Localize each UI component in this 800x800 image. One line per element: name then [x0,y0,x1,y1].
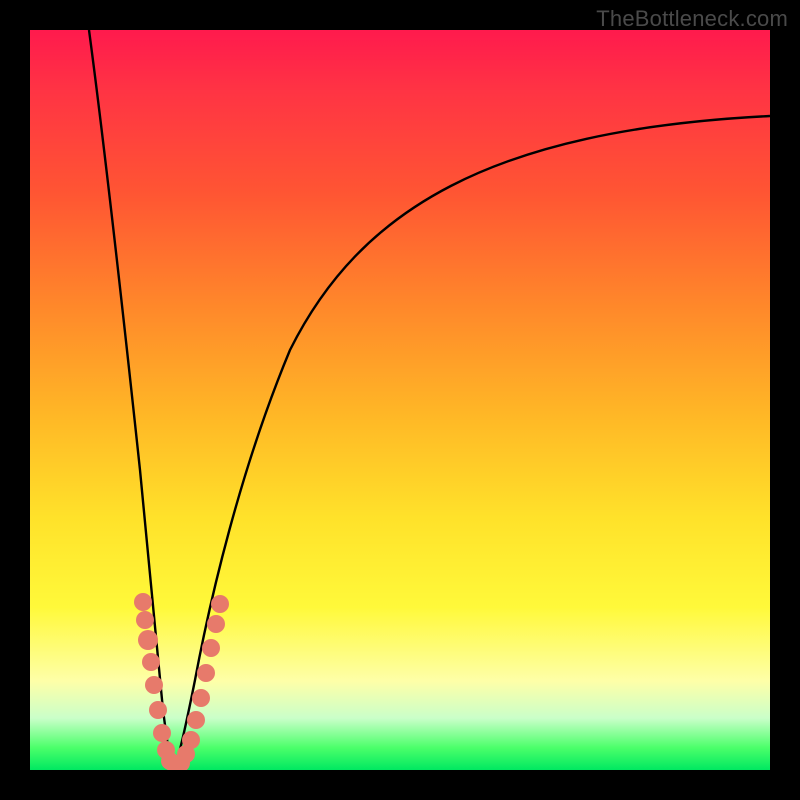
data-point [136,611,154,629]
data-point [134,593,152,611]
bottleneck-curve-left [89,30,174,770]
data-point [202,639,220,657]
data-point [149,701,167,719]
data-point [182,731,200,749]
curve-layer [30,30,770,770]
data-point [197,664,215,682]
data-point [142,653,160,671]
data-point [138,630,158,650]
chart-frame: TheBottleneck.com [0,0,800,800]
data-point [187,711,205,729]
data-point [192,689,210,707]
data-point [207,615,225,633]
data-point [153,724,171,742]
bottleneck-curve-right [174,116,770,770]
watermark-text: TheBottleneck.com [596,6,788,32]
plot-area [30,30,770,770]
data-point [211,595,229,613]
data-point [145,676,163,694]
